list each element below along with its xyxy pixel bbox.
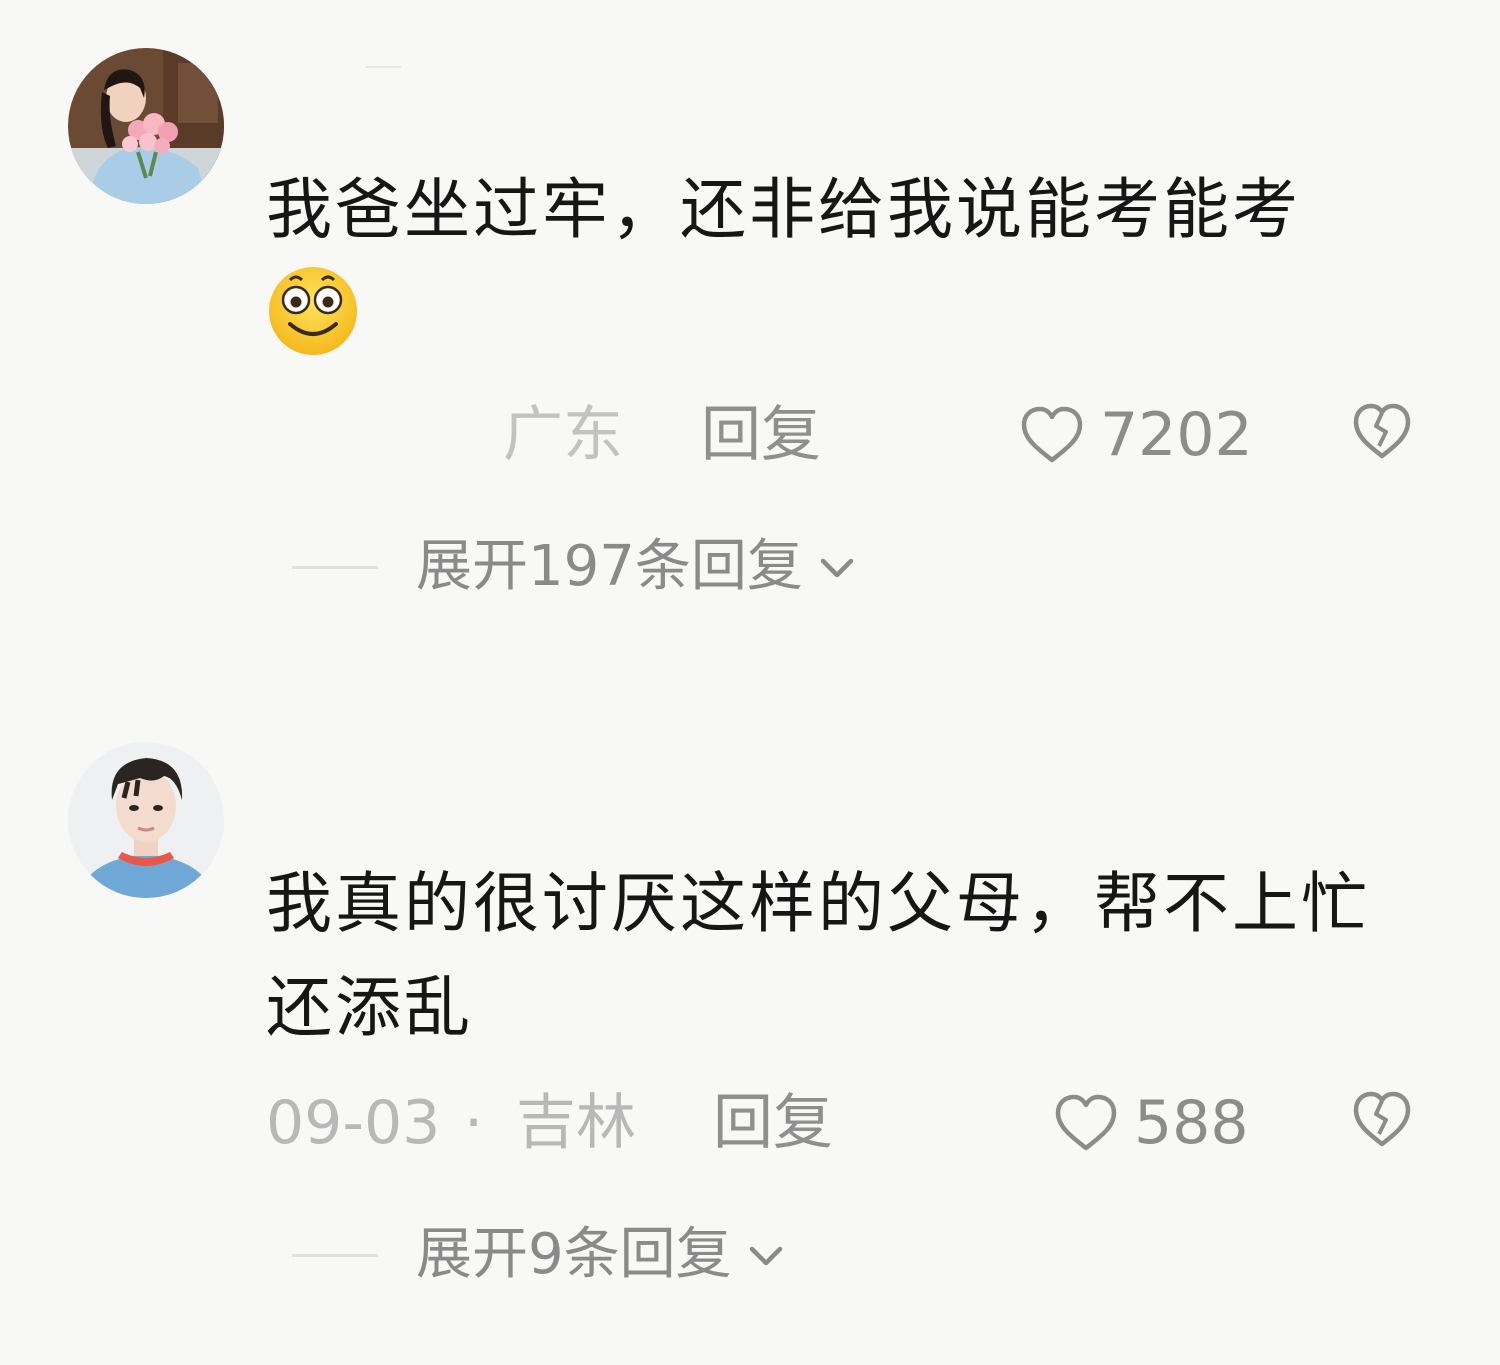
comment-text: 我真的很讨厌这样的父母，帮不上忙还添乱: [266, 865, 1370, 1046]
like-count: 588: [1134, 1088, 1249, 1158]
heart-outline-icon: [1021, 406, 1083, 463]
reply-button[interactable]: 回复: [701, 400, 821, 470]
comment-location: 吉林: [516, 1088, 636, 1158]
chevron-down-icon: [820, 558, 854, 578]
avatar-image: [68, 742, 224, 898]
expand-divider: [292, 1253, 378, 1257]
expand-replies[interactable]: 展开197条回复: [292, 532, 857, 602]
avatar-image: [68, 48, 224, 204]
avatar[interactable]: [68, 48, 224, 204]
heart-outline-icon: [1055, 1094, 1117, 1151]
broken-heart-icon: [1353, 1091, 1411, 1147]
expand-divider: [292, 565, 378, 569]
username-placeholder: [365, 66, 401, 68]
dislike-button[interactable]: [1350, 400, 1414, 462]
like-button[interactable]: 7202: [1018, 400, 1253, 470]
comment-text-content: 我爸坐过牢，还非给我说能考能考: [266, 171, 1301, 248]
meta-separator: ·: [464, 1088, 484, 1158]
chevron-down-icon: [749, 1246, 782, 1266]
dislike-button[interactable]: [1350, 1088, 1414, 1150]
like-button[interactable]: 588: [1052, 1088, 1249, 1158]
broken-heart-icon: [1353, 403, 1411, 459]
expand-replies-label: 展开9条回复: [416, 1222, 732, 1287]
reply-button[interactable]: 回复: [713, 1088, 833, 1158]
avatar[interactable]: [68, 742, 224, 898]
comment-text: 我爸坐过牢，还非给我说能考能考: [266, 158, 1436, 368]
expand-replies-label: 展开197条回复: [416, 534, 803, 599]
expand-replies[interactable]: 展开9条回复: [292, 1220, 786, 1290]
comment-date: 09-03: [266, 1088, 441, 1158]
comment-location: 广东: [503, 400, 623, 470]
smiling-face-emoji-icon: [266, 262, 360, 356]
like-count: 7202: [1100, 400, 1253, 470]
